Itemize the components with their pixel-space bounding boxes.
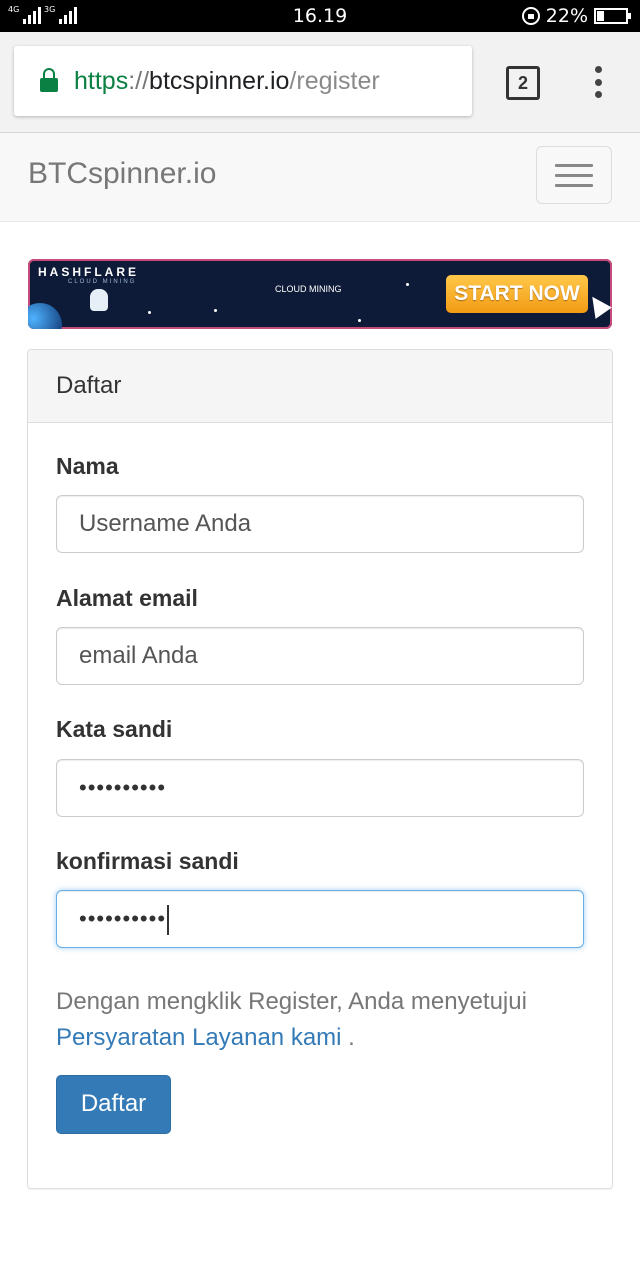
panel-heading: Daftar xyxy=(28,350,612,423)
confirm-password-input[interactable]: •••••••••• xyxy=(56,890,584,948)
lock-icon[interactable] xyxy=(40,68,58,92)
email-label: Alamat email xyxy=(56,585,198,611)
tab-switcher-button[interactable]: 2 xyxy=(506,66,540,100)
url-separator: :// xyxy=(128,66,150,95)
terms-end: . xyxy=(341,1024,355,1051)
pointer-icon xyxy=(584,291,612,319)
name-input[interactable]: Username Anda xyxy=(56,495,584,553)
hamburger-menu-button[interactable] xyxy=(536,146,612,204)
url-path: /register xyxy=(289,66,380,95)
email-placeholder: email Anda xyxy=(79,642,198,669)
password-value: •••••••••• xyxy=(79,775,167,800)
text-cursor xyxy=(167,904,170,935)
site-brand[interactable]: BTCspinner.io xyxy=(28,157,216,191)
email-input[interactable]: email Anda xyxy=(56,627,584,685)
ad-banner[interactable]: HASHFLARE CLOUD MINING CLOUD MINING STAR… xyxy=(28,259,612,329)
battery-percent: 22% xyxy=(545,5,588,27)
planet-graphic xyxy=(28,303,62,329)
password-label: Kata sandi xyxy=(56,716,173,742)
url-host: btcspinner.io xyxy=(149,66,290,95)
astronaut-graphic xyxy=(90,289,108,311)
register-submit-button[interactable]: Daftar xyxy=(56,1075,171,1134)
overflow-menu-icon[interactable] xyxy=(592,66,604,98)
address-bar[interactable]: https://btcspinner.io/register xyxy=(14,46,472,116)
terms-link[interactable]: Persyaratan Layanan kami xyxy=(56,1024,342,1051)
name-placeholder: Username Anda xyxy=(79,510,252,537)
register-panel: Daftar Nama Username Anda Alamat email e… xyxy=(27,349,613,1189)
rotation-lock-icon xyxy=(521,7,540,25)
status-bar: 4G 3G 16.19 22% xyxy=(0,0,640,32)
confirm-password-value: •••••••••• xyxy=(79,906,167,931)
banner-cta-button[interactable]: START NOW xyxy=(446,275,588,313)
banner-tagline: CLOUD MINING xyxy=(275,284,342,294)
battery-icon xyxy=(594,8,631,24)
terms-notice: Dengan mengklik Register, Anda menyetuju… xyxy=(56,984,596,1056)
banner-logo: HASHFLARE xyxy=(38,265,139,279)
terms-text: Dengan mengklik Register, Anda menyetuju… xyxy=(56,988,527,1015)
hamburger-line xyxy=(555,173,593,177)
confirm-password-label: konfirmasi sandi xyxy=(56,848,239,874)
url-scheme: https xyxy=(74,66,129,95)
password-input[interactable]: •••••••••• xyxy=(56,759,584,817)
name-label: Nama xyxy=(56,453,119,479)
hamburger-line xyxy=(555,163,593,167)
banner-logo-subtitle: CLOUD MINING xyxy=(68,279,137,285)
hamburger-line xyxy=(555,183,593,187)
browser-toolbar: https://btcspinner.io/register 2 xyxy=(0,32,640,133)
site-navbar: BTCspinner.io xyxy=(0,133,640,222)
